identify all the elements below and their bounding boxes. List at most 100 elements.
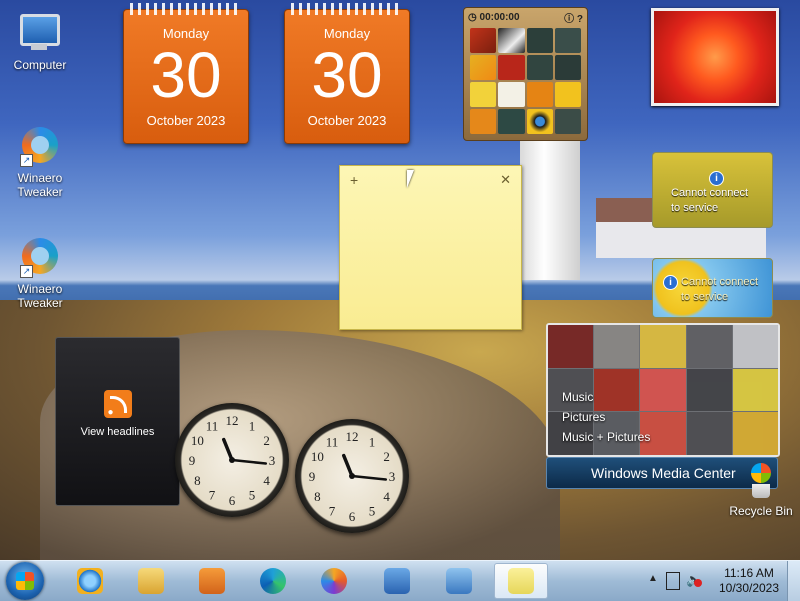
clock-numeral: 9 [309,469,316,484]
start-button[interactable] [6,562,44,600]
clock-gadget[interactable]: 1 2 3 4 5 6 7 8 9 10 11 12 [175,403,289,517]
tray-time: 11:16 AM [724,566,774,580]
mute-badge-icon [694,579,702,587]
calendar-rings [130,3,242,15]
desktop-icon-winaero-tweaker-2[interactable]: ↗ Winaero Tweaker [5,236,75,310]
weather-gadget[interactable]: i Cannot connect to service [652,152,773,228]
puzzle-help-icon[interactable]: ⓘ ? [564,10,583,25]
system-tray: ▲ 🔈 11:16 AM 10/30/2023 [640,561,800,601]
info-icon: i [709,171,724,186]
calendar-gadget[interactable]: Monday 30 October 2023 [123,3,249,144]
network-icon[interactable] [666,572,680,590]
clock-numeral: 5 [249,488,256,503]
puzzle-timer: ◷ 00:00:00 [468,11,520,23]
taskbar-edge[interactable] [246,563,300,599]
close-icon[interactable]: ✕ [500,172,511,188]
menu-item-music-pictures[interactable]: Music + Pictures [562,427,650,447]
clock-numeral: 2 [263,433,270,448]
clock-numeral: 10 [311,449,324,464]
firefox-icon [321,568,347,594]
calendar-month-year: October 2023 [146,113,226,128]
calendar-rings [291,3,403,15]
clock-tray[interactable]: 11:16 AM 10/30/2023 [712,566,786,596]
weather-gadget-2[interactable]: i Cannot connect to service [652,258,773,318]
info-icon: i [663,275,678,290]
menu-item-pictures[interactable]: Pictures [562,407,650,427]
taskbar-control-panel[interactable] [432,563,486,599]
windows-logo-icon [751,463,771,483]
calendar-gadget-2[interactable]: Monday 30 October 2023 [284,3,410,144]
clock-numeral: 11 [326,434,339,449]
clock-numeral: 10 [191,433,204,448]
mouse-cursor-icon [407,170,421,188]
clock-gadget-2[interactable]: 1 2 3 4 5 6 7 8 9 10 11 12 [295,419,409,533]
media-player-icon [199,568,225,594]
recycle-bin-icon [752,484,770,498]
taskbar-media-player[interactable] [185,563,239,599]
clock-hour-hand [222,437,234,462]
tray-date: 10/30/2023 [718,581,780,595]
media-center-title: Windows Media Center [591,465,736,481]
clock-center [229,457,235,463]
clock-numeral: 5 [369,504,376,519]
menu-item-music[interactable]: Music [562,387,650,407]
control-panel-icon [446,568,472,594]
clock-minute-hand [230,458,268,465]
wallpaper-lighthouse [520,130,580,280]
taskbar-remote-desktop[interactable] [370,563,424,599]
show-desktop-button[interactable] [787,561,800,601]
taskbar: ▲ 🔈 11:16 AM 10/30/2023 [0,560,800,601]
calendar-day-number: 30 [150,39,222,111]
clock-numeral: 11 [206,418,219,433]
puzzle-toolbar: ◷ 00:00:00 ⓘ ? [464,8,587,26]
winaero-tweaker-icon: ↗ [20,127,60,167]
clock-numeral: 3 [389,469,396,484]
taskbar-internet-explorer[interactable] [63,563,117,599]
picture-puzzle-gadget[interactable]: ◷ 00:00:00 ⓘ ? [463,7,588,141]
taskbar-firefox[interactable] [307,563,361,599]
feed-headlines-gadget[interactable]: View headlines [55,337,180,506]
clock-center [349,473,355,479]
calendar-month-year: October 2023 [307,113,387,128]
clock-numeral: 3 [269,453,276,468]
desktop-icon-winaero-tweaker[interactable]: ↗ Winaero Tweaker [5,125,75,199]
clock-numeral: 1 [249,418,256,433]
clock-numeral: 4 [263,473,270,488]
show-hidden-icons-icon[interactable]: ▲ [648,573,658,584]
computer-icon [20,14,60,54]
desktop-icon-computer[interactable]: Computer [5,10,75,72]
shortcut-arrow-icon: ↗ [20,265,33,278]
desktop-icon-recycle-bin[interactable]: Recycle Bin [726,484,796,518]
clock-numeral: 12 [346,429,359,444]
folder-icon [138,568,164,594]
remote-desktop-icon [384,568,410,594]
clock-face: 1234567891011 12 [309,429,396,524]
weather-message: Cannot connect to service [681,276,759,303]
taskbar-sticky-notes[interactable] [494,563,548,599]
clock-minute-hand [350,474,388,481]
clock-face: 1234567891011 12 [189,413,276,508]
media-center-gadget[interactable]: Music Pictures Music + Pictures [546,323,780,457]
desktop-icon-label: Winaero Tweaker [17,282,63,310]
sticky-notes-icon [508,568,534,594]
calendar-day-number: 30 [311,39,383,111]
media-center-menu: Music Pictures Music + Pictures [562,387,650,447]
desktop: Computer ↗ Winaero Tweaker ↗ Winaero Twe… [0,0,800,560]
clock-numeral: 6 [229,493,236,508]
desktop-icon-label: Computer [13,58,67,72]
sticky-note[interactable]: + ✕ [339,165,522,330]
clock-numeral: 7 [329,504,336,519]
taskbar-file-explorer[interactable] [124,563,178,599]
shortcut-arrow-icon: ↗ [20,154,33,167]
clock-numeral: 8 [194,473,201,488]
slideshow-gadget[interactable] [651,8,779,106]
desktop-icon-label: Recycle Bin [729,504,793,518]
clock-numeral: 12 [226,413,239,428]
clock-numeral: 8 [314,489,321,504]
puzzle-grid[interactable] [470,28,581,134]
desktop-icon-label: Winaero Tweaker [17,171,63,199]
add-note-icon[interactable]: + [350,172,358,188]
rss-icon [103,390,132,418]
clock-numeral: 6 [349,509,356,524]
clock-numeral: 9 [189,453,196,468]
